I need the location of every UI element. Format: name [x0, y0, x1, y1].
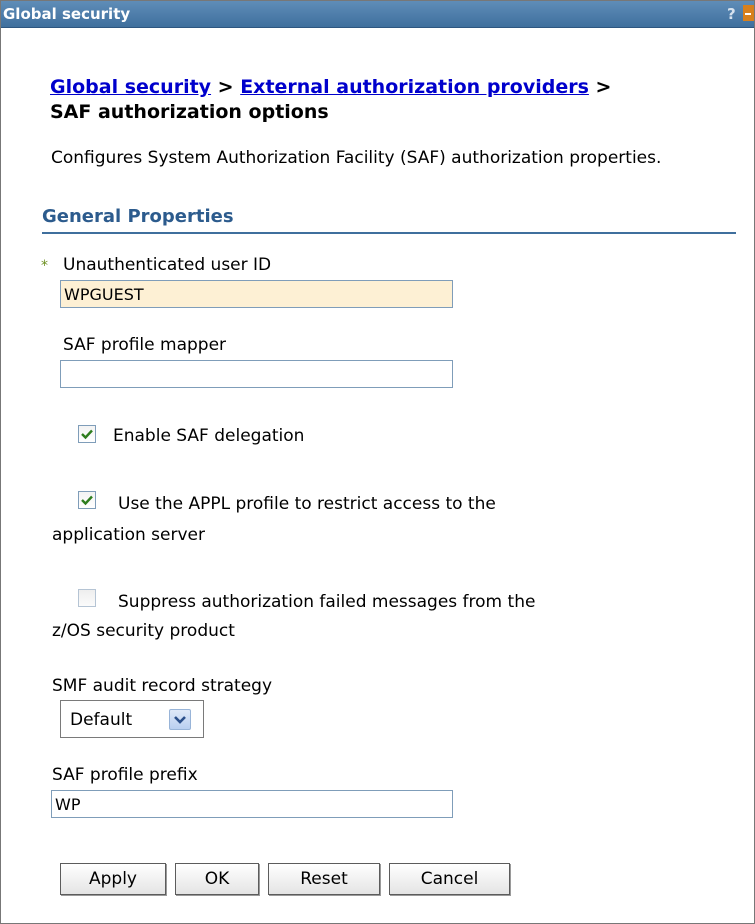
- saf-profile-mapper-input[interactable]: [60, 360, 453, 388]
- page-title: SAF authorization options: [50, 101, 329, 123]
- enable-saf-delegation-checkbox[interactable]: [78, 425, 96, 443]
- checkmark-icon: [81, 495, 93, 506]
- breadcrumb: Global security > External authorization…: [50, 75, 740, 125]
- checkmark-icon: [81, 429, 93, 440]
- use-appl-profile-label: Use the APPL profile to restrict access …: [118, 494, 496, 514]
- use-appl-profile-checkbox[interactable]: [78, 491, 96, 509]
- section-divider: [42, 232, 736, 234]
- window-title: Global security: [3, 5, 131, 23]
- suppress-authorization-failed-label-continued: z/OS security product: [52, 621, 235, 641]
- help-button[interactable]: ?: [727, 5, 736, 23]
- page-description: Configures System Authorization Facility…: [51, 148, 662, 168]
- reset-button[interactable]: Reset: [268, 863, 380, 895]
- breadcrumb-link-global-security[interactable]: Global security: [50, 76, 211, 98]
- apply-button[interactable]: Apply: [60, 863, 166, 895]
- breadcrumb-separator: >: [211, 76, 241, 98]
- saf-profile-prefix-label: SAF profile prefix: [52, 765, 198, 785]
- breadcrumb-separator: >: [588, 76, 612, 98]
- dropdown-arrow-button[interactable]: [169, 709, 191, 730]
- section-title-general-properties: General Properties: [42, 206, 234, 227]
- unauthenticated-user-id-label: Unauthenticated user ID: [63, 255, 272, 275]
- use-appl-profile-label-continued: application server: [52, 525, 205, 545]
- breadcrumb-link-external-authorization-providers[interactable]: External authorization providers: [240, 76, 589, 98]
- enable-saf-delegation-label: Enable SAF delegation: [113, 426, 305, 446]
- suppress-authorization-failed-label: Suppress authorization failed messages f…: [118, 592, 536, 612]
- chevron-down-icon: [174, 716, 186, 724]
- unauthenticated-user-id-input[interactable]: WPGUEST: [60, 280, 453, 308]
- title-bar: Global security ?: [1, 1, 754, 28]
- smf-audit-record-strategy-select[interactable]: Default: [60, 700, 204, 738]
- smf-audit-record-strategy-label: SMF audit record strategy: [52, 676, 273, 696]
- ok-button[interactable]: OK: [175, 863, 259, 895]
- cancel-button[interactable]: Cancel: [389, 863, 510, 895]
- saf-profile-prefix-input[interactable]: WP: [51, 790, 453, 818]
- smf-audit-record-strategy-value: Default: [70, 710, 133, 730]
- suppress-authorization-failed-checkbox[interactable]: [78, 589, 96, 607]
- saf-profile-mapper-label: SAF profile mapper: [63, 335, 227, 355]
- required-indicator: *: [41, 258, 48, 274]
- minimize-icon[interactable]: [743, 5, 754, 21]
- portlet-window: Global security ? Global security > Exte…: [0, 0, 755, 924]
